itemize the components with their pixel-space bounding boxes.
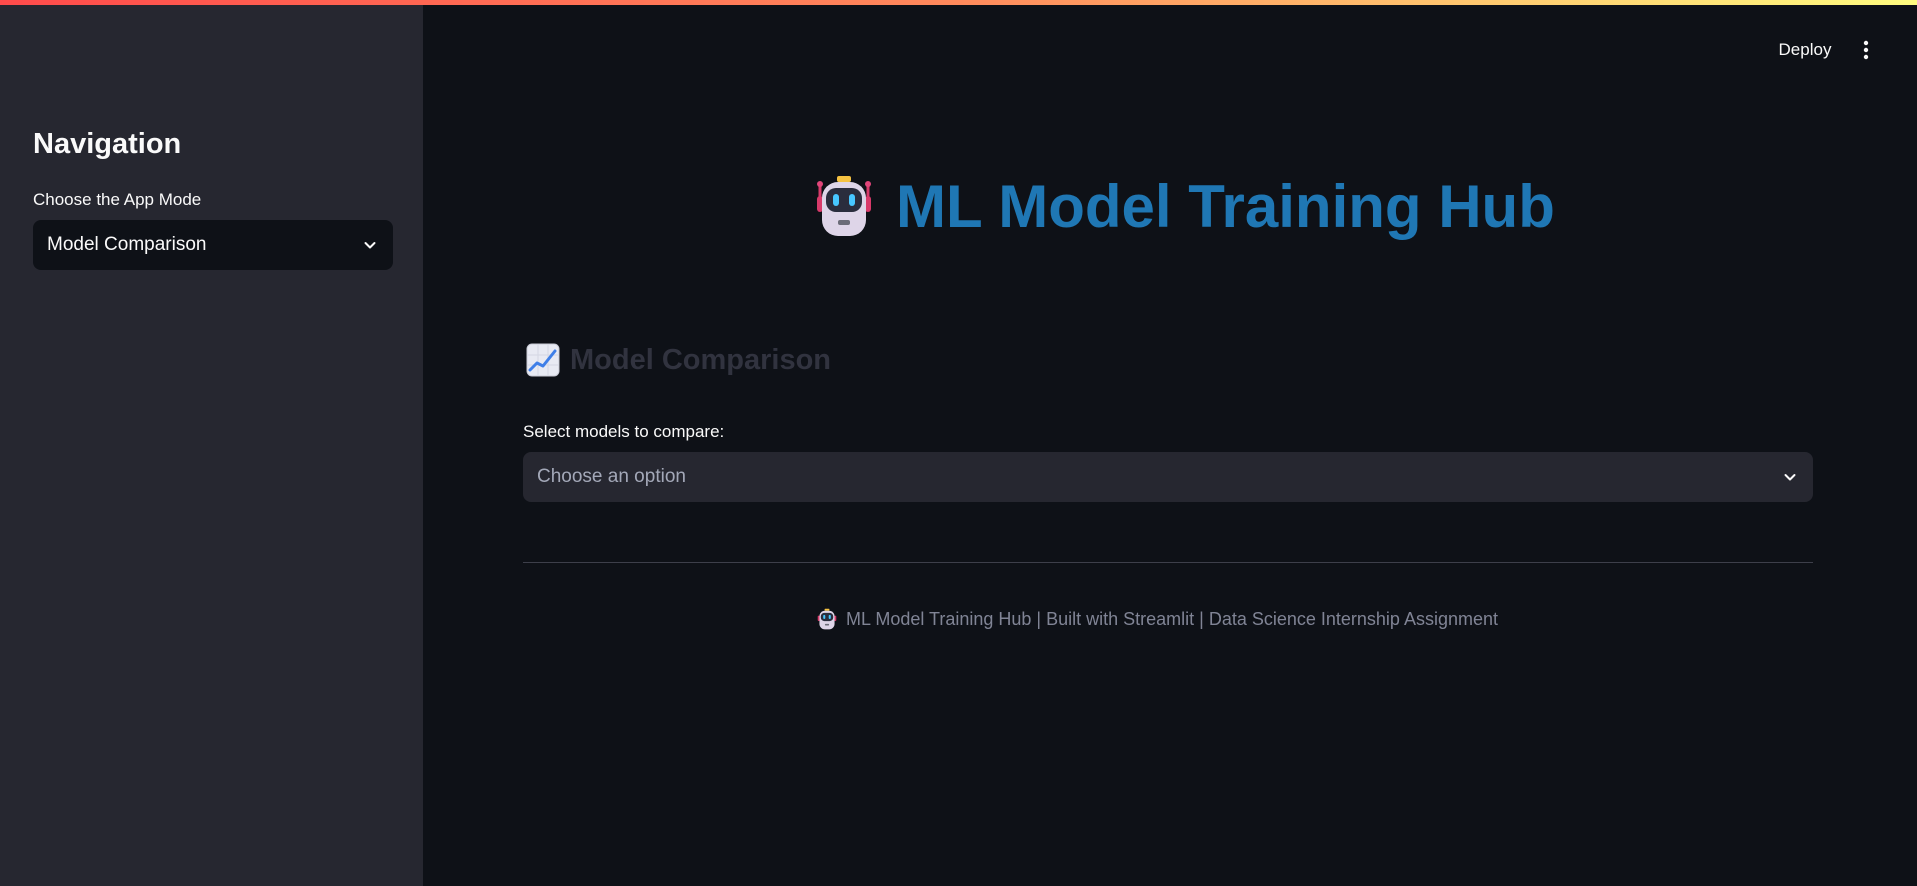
app-mode-label: Choose the App Mode [33, 190, 202, 209]
footer-text: ML Model Training Hub | Built with Strea… [846, 608, 1498, 629]
page-title-row: ML Model Training Hub [812, 168, 1555, 244]
footer: ML Model Training Hub | Built with Strea… [816, 606, 1498, 632]
section-title: Model Comparison [570, 343, 832, 376]
divider [523, 562, 1813, 563]
chevron-down-icon [1781, 468, 1799, 486]
compare-models-label: Select models to compare: [523, 422, 725, 441]
deploy-button[interactable]: Deploy [1765, 34, 1845, 66]
section-header: Model Comparison [526, 340, 831, 380]
compare-models-select[interactable]: Choose an option [523, 452, 1813, 502]
sidebar: Navigation Choose the App Mode Model Com… [0, 0, 423, 886]
page-title: ML Model Training Hub [896, 172, 1555, 240]
app-mode-select[interactable]: Model Comparison [33, 220, 393, 270]
chevron-down-icon [361, 236, 379, 254]
top-decoration-bar [0, 0, 1917, 5]
more-vertical-icon[interactable] [1850, 34, 1882, 66]
app-mode-value: Model Comparison [47, 234, 207, 255]
robot-icon [816, 608, 838, 630]
chart-increasing-icon [526, 343, 560, 377]
robot-icon [812, 174, 876, 238]
compare-models-placeholder: Choose an option [537, 466, 686, 487]
sidebar-title: Navigation [33, 128, 182, 160]
app-window: Navigation Choose the App Mode Model Com… [0, 0, 1917, 886]
